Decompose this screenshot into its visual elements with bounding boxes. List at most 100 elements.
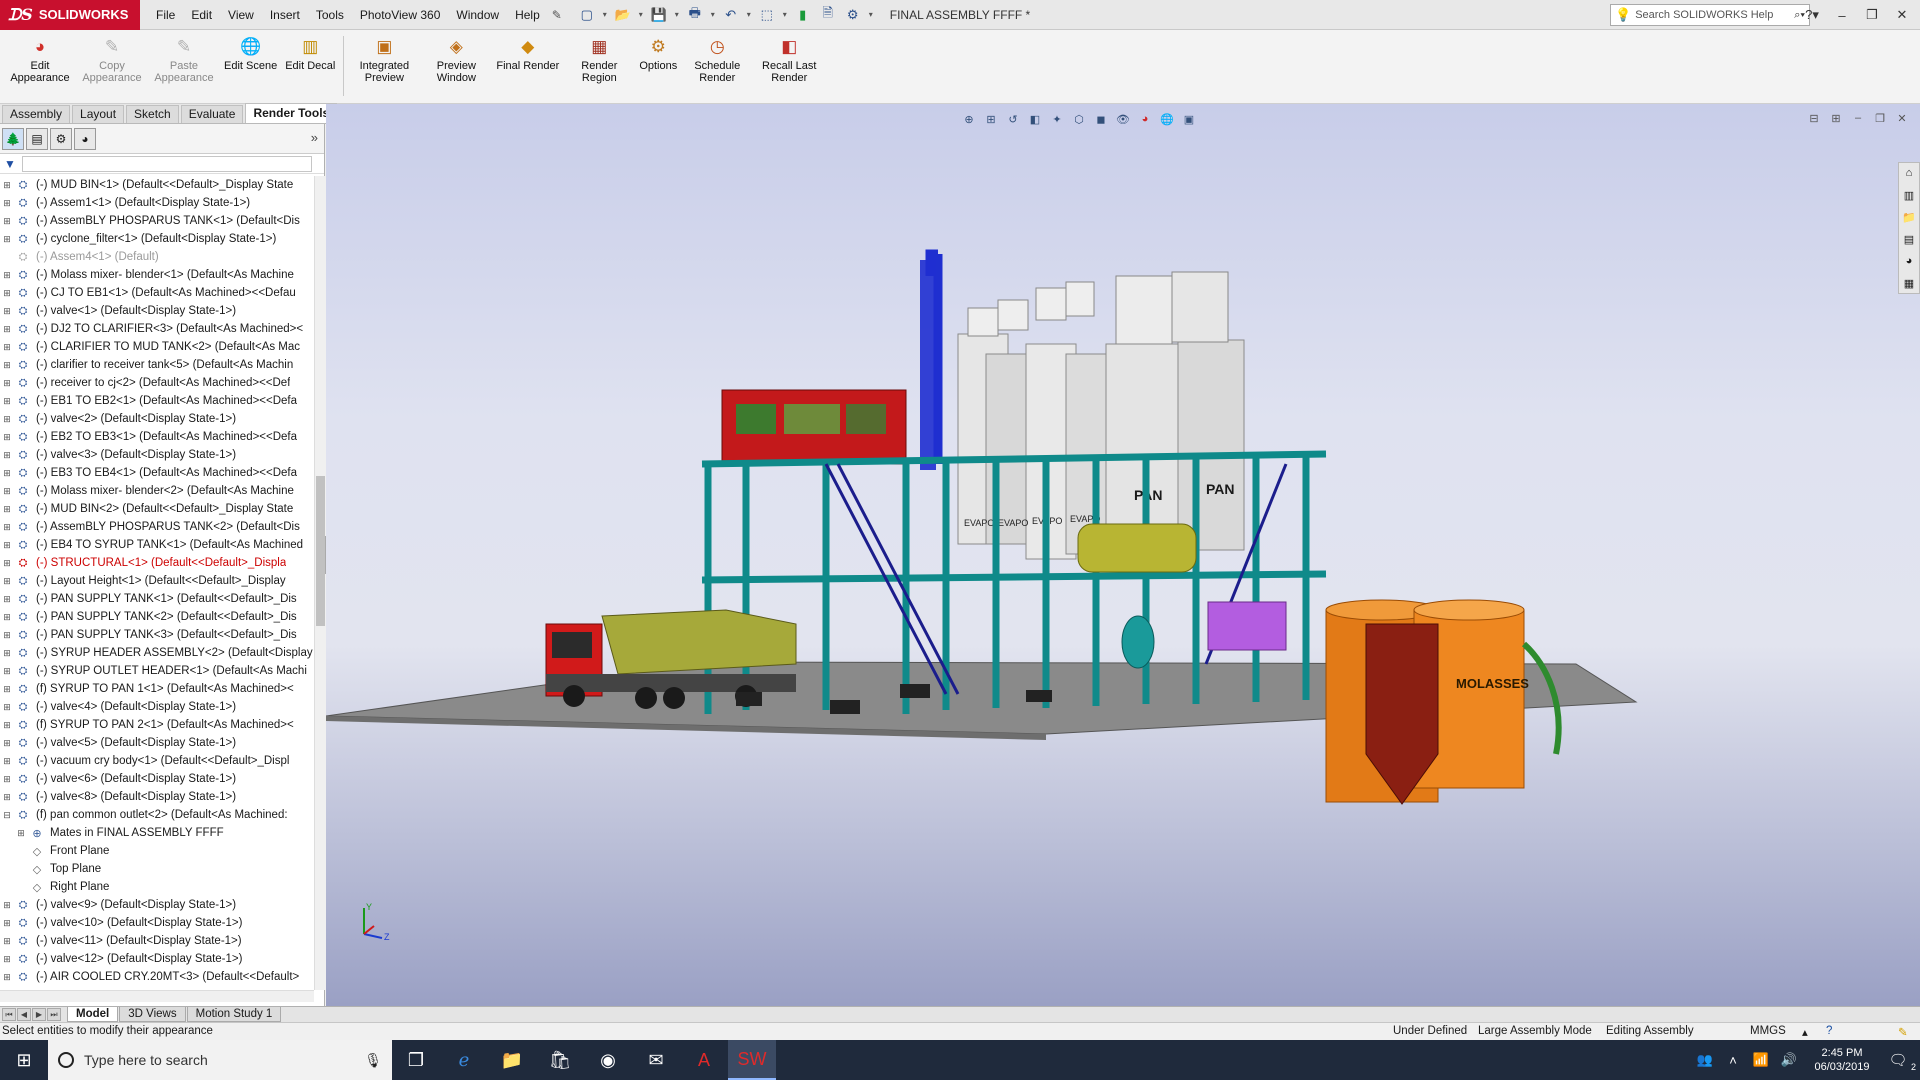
menu-item-help[interactable]: Help (507, 0, 548, 30)
tree-item[interactable]: ⊞ ⛭ (-) Layout Height<1> (Default<<Default… (0, 572, 314, 590)
mail-icon[interactable]: ✉ (632, 1040, 680, 1080)
expand-icon[interactable]: ⊞ (0, 720, 14, 731)
select-pointer-icon[interactable]: ⬚ (756, 4, 778, 26)
select-dropdown-icon[interactable]: ▾ (781, 10, 789, 19)
options-button[interactable]: ⚙ Options (635, 36, 681, 72)
pan-vessels[interactable]: PAN PAN (1105, 271, 1245, 555)
view-orientation-icon[interactable]: ⬡ (1070, 110, 1088, 128)
file-explorer-icon[interactable]: 📁 (1899, 207, 1919, 227)
save-icon[interactable]: 💾 (648, 4, 670, 26)
tree-item[interactable]: ⊞ ⛭ (-) PAN SUPPLY TANK<3> (Default<<Defau… (0, 626, 314, 644)
molasses-tanks[interactable]: MOLASSES MOLASSES (1325, 599, 1562, 803)
expand-icon[interactable]: ⊞ (14, 828, 28, 839)
bottom-tab-motion-study-1[interactable]: Motion Study 1 (186, 1007, 282, 1022)
tree-filter-input[interactable] (21, 155, 312, 172)
tree-item[interactable]: ⊞ ⛭ (f) SYRUP TO PAN 1<1> (Default<As Mach… (0, 680, 314, 698)
menu-item-edit[interactable]: Edit (183, 0, 220, 30)
help-question-icon[interactable]: ?▾ (1798, 3, 1826, 27)
zoom-to-area-icon[interactable]: ⊞ (982, 110, 1000, 128)
collapse-icon[interactable]: ⊟ (0, 810, 14, 821)
open-file-icon[interactable]: 📂 (612, 4, 634, 26)
tab-assembly[interactable]: Assembly (2, 105, 71, 123)
integrated-preview-button[interactable]: ▣ Integrated Preview (348, 36, 420, 84)
open-dropdown-icon[interactable]: ▾ (637, 10, 645, 19)
edit-appearance-button[interactable]: ◕ Edit Appearance (4, 36, 76, 84)
expand-icon[interactable]: ⊞ (0, 792, 14, 803)
file-explorer-taskbar-icon[interactable]: 📁 (488, 1040, 536, 1080)
tree-item[interactable]: ⊞ ⛭ (-) SYRUP HEADER ASSEMBLY<2> (Default<… (0, 644, 314, 662)
expand-icon[interactable]: ⊞ (0, 234, 14, 245)
expand-icon[interactable]: ⊞ (0, 576, 14, 587)
apply-scene-icon[interactable]: 🌐 (1158, 110, 1176, 128)
options-icon[interactable]: ⚙ (842, 4, 864, 26)
expand-icon[interactable]: ⊞ (0, 972, 14, 983)
split-vertical-icon[interactable]: ⊞ (1828, 110, 1844, 126)
task-view-icon[interactable]: ❐ (392, 1040, 440, 1080)
recall-last-render-button[interactable]: ◧ Recall Last Render (753, 36, 825, 84)
dynamic-annotation-icon[interactable]: ✦ (1048, 110, 1066, 128)
menu-item-window[interactable]: Window (448, 0, 507, 30)
menu-item-file[interactable]: File (148, 0, 183, 30)
copy-appearance-button[interactable]: ✎ Copy Appearance (76, 36, 148, 84)
tray-chevron-up-icon[interactable]: ˄ (1722, 1053, 1744, 1068)
expand-icon[interactable]: ⊞ (0, 450, 14, 461)
tree-item[interactable]: ⊞ ⛭ (-) SYRUP OUTLET HEADER<1> (Default<As… (0, 662, 314, 680)
final-render-button[interactable]: ◆ Final Render (492, 36, 563, 72)
help-icon[interactable]: ? (1826, 1025, 1832, 1037)
display-manager-tab-icon[interactable]: ◕ (74, 127, 96, 150)
tree-item[interactable]: ⊞ ⛭ (-) Molass mixer- blender<2> (Default<… (0, 482, 314, 500)
expand-icon[interactable]: ⊞ (0, 702, 14, 713)
bottom-tab-model[interactable]: Model (67, 1007, 119, 1022)
tree-item[interactable]: ⛭ (-) Assem4<1> (Default) (0, 248, 314, 266)
tree-item[interactable]: ⊞ ⛭ (-) clarifier to receiver tank<5> (Def… (0, 356, 314, 374)
viewport-close-icon[interactable]: ✕ (1894, 110, 1910, 126)
viewport-minimize-icon[interactable]: – (1850, 110, 1866, 126)
expand-icon[interactable]: ⊞ (0, 954, 14, 965)
tree-item[interactable]: ⊞ ⛭ (-) valve<3> (Default<Display State-1>… (0, 446, 314, 464)
filter-icon[interactable]: ▼ (4, 157, 16, 171)
pin-icon[interactable]: ✎ (548, 8, 566, 22)
tree-item[interactable]: ⊞ ⛭ (-) PAN SUPPLY TANK<1> (Default<<Defau… (0, 590, 314, 608)
expand-icon[interactable]: ⊞ (0, 684, 14, 695)
schedule-render-button[interactable]: ◷ Schedule Render (681, 36, 753, 84)
tree-item[interactable]: ⊞ ⛭ (-) Assem1<1> (Default<Display State-1… (0, 194, 314, 212)
expand-icon[interactable]: ⊞ (0, 756, 14, 767)
tree-item[interactable]: ⊞ ⛭ (-) EB4 TO SYRUP TANK<1> (Default<As M… (0, 536, 314, 554)
file-properties-icon[interactable]: 🗎 (817, 4, 839, 26)
last-tab-icon[interactable]: ⏭ (47, 1008, 61, 1021)
notifications-icon[interactable]: 🗨 (1884, 1051, 1912, 1069)
design-library-icon[interactable]: ▥ (1899, 185, 1919, 205)
minimize-button[interactable]: – (1828, 3, 1856, 27)
panel-expand-icon[interactable]: » (311, 130, 318, 145)
tree-scroll-thumb[interactable] (316, 476, 325, 626)
tree-item[interactable]: ⊞ ⛭ (-) valve<1> (Default<Display State-1>… (0, 302, 314, 320)
store-icon[interactable]: 🛍 (536, 1040, 584, 1080)
tree-item[interactable]: ⊞ ⛭ (-) CJ TO EB1<1> (Default<As Machined>… (0, 284, 314, 302)
menu-item-tools[interactable]: Tools (308, 0, 352, 30)
autocad-icon[interactable]: A (680, 1040, 728, 1080)
expand-icon[interactable]: ⊞ (0, 648, 14, 659)
preview-window-button[interactable]: ◈ Preview Window (420, 36, 492, 84)
close-button[interactable]: ✕ (1888, 3, 1916, 27)
tab-sketch[interactable]: Sketch (126, 105, 179, 123)
tree-scrollbar[interactable] (314, 176, 325, 990)
expand-icon[interactable]: ⊞ (0, 936, 14, 947)
expand-icon[interactable]: ⊞ (0, 774, 14, 785)
options-dropdown-icon[interactable]: ▾ (867, 10, 875, 19)
previous-view-icon[interactable]: ↺ (1004, 110, 1022, 128)
save-dropdown-icon[interactable]: ▾ (673, 10, 681, 19)
tree-item[interactable]: ⊞ ⛭ (f) SYRUP TO PAN 2<1> (Default<As Mach… (0, 716, 314, 734)
evaporator-columns[interactable]: EVAPO EVAPO EVAPO EVAPO (957, 281, 1115, 560)
chrome-icon[interactable]: ◉ (584, 1040, 632, 1080)
menu-item-photoview-360[interactable]: PhotoView 360 (352, 0, 449, 30)
undo-dropdown-icon[interactable]: ▾ (745, 10, 753, 19)
control-room[interactable] (721, 389, 907, 465)
rebuild-icon[interactable]: ▮ (792, 4, 814, 26)
solidworks-logo[interactable]: ᗪS SOLIDWORKS (0, 0, 140, 30)
expand-icon[interactable]: ⊞ (0, 468, 14, 479)
view-palette-icon[interactable]: ▤ (1899, 229, 1919, 249)
tree-item[interactable]: ⊞ ⛭ (-) EB1 TO EB2<1> (Default<As Machined… (0, 392, 314, 410)
tree-item[interactable]: ⊞ ⛭ (-) AIR COOLED CRY.20MT<3> (Default<<D… (0, 968, 314, 986)
tree-item[interactable]: ⊞ ⛭ (-) DJ2 TO CLARIFIER<3> (Default<As Ma… (0, 320, 314, 338)
new-dropdown-icon[interactable]: ▾ (601, 10, 609, 19)
